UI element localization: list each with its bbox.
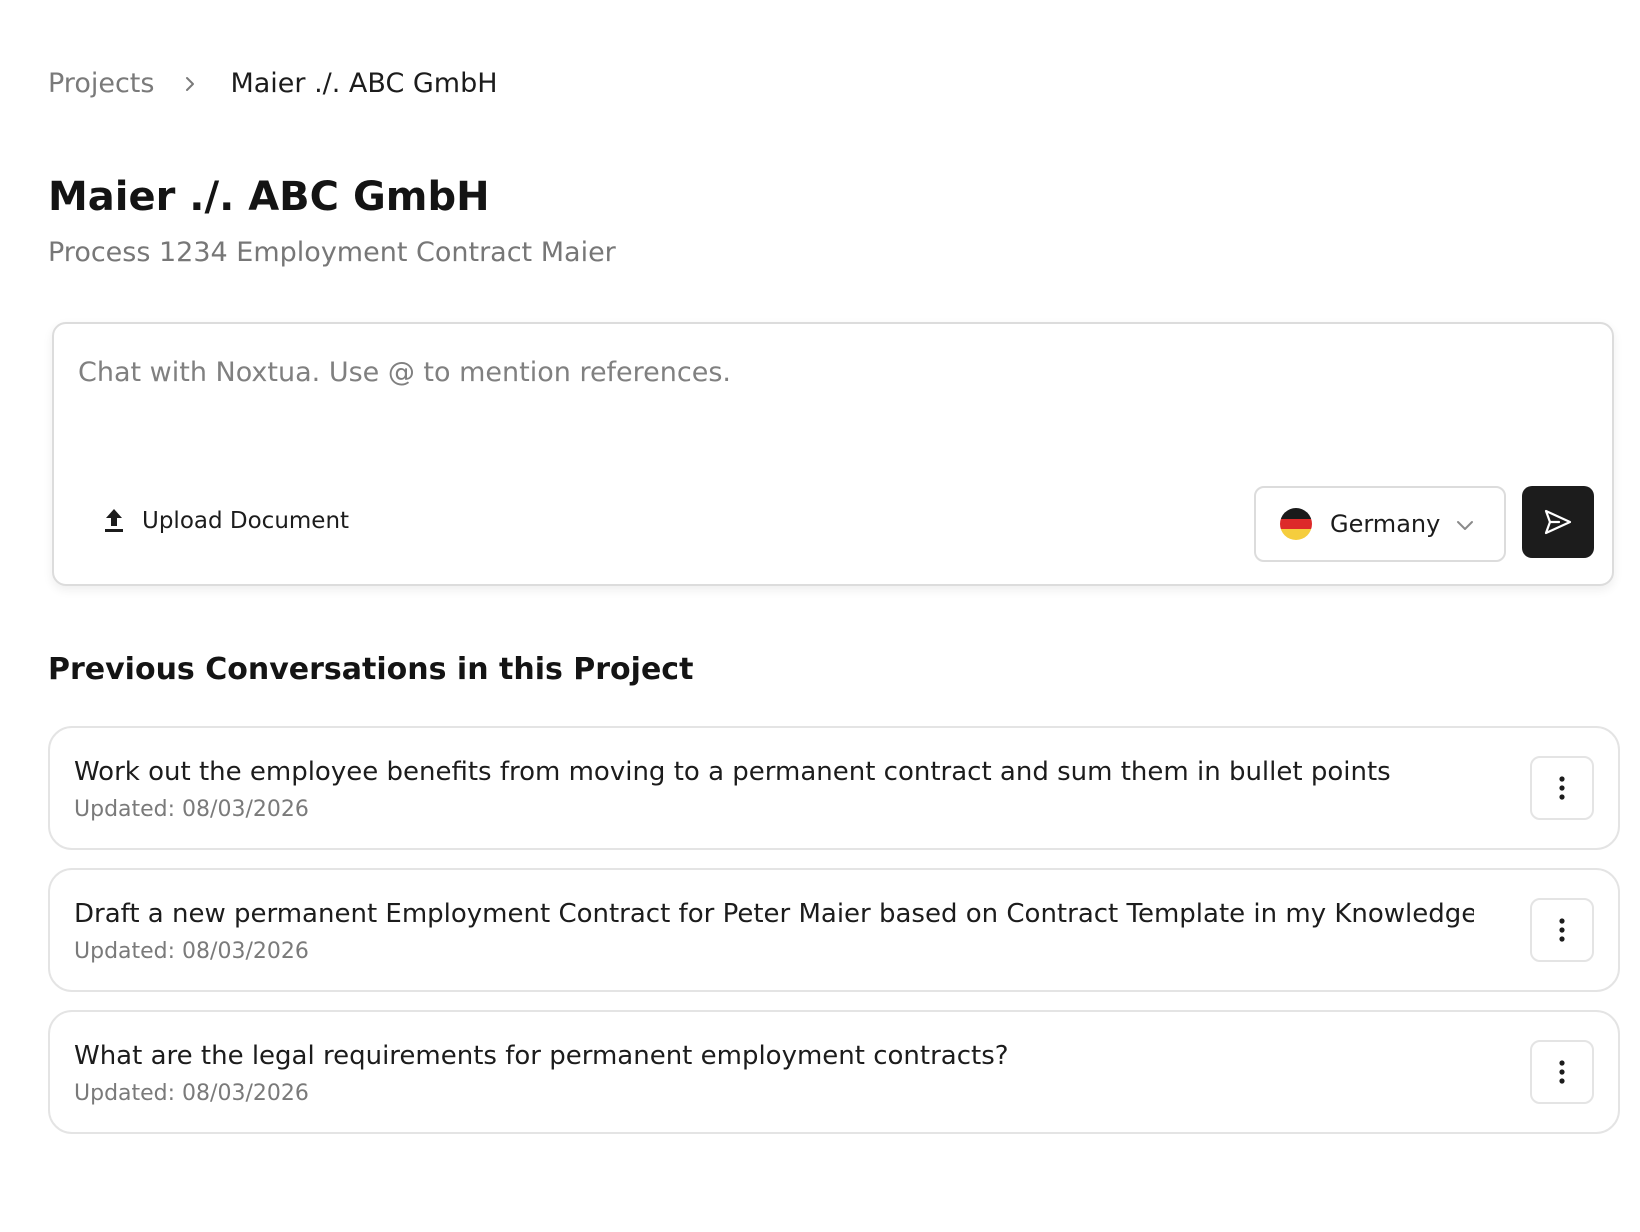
conversation-menu-button[interactable] xyxy=(1530,1040,1594,1104)
more-vertical-icon xyxy=(1558,917,1566,943)
breadcrumb: Projects Maier ./. ABC GmbH xyxy=(48,64,498,104)
page-title: Maier ./. ABC GmbH xyxy=(48,174,490,220)
conversation-updated: Updated: 08/03/2026 xyxy=(74,939,309,964)
page-subtitle: Process 1234 Employment Contract Maier xyxy=(48,237,616,268)
conversation-item[interactable]: What are the legal requirements for perm… xyxy=(48,1010,1620,1134)
chevron-down-icon xyxy=(1454,514,1476,536)
conversation-list: Work out the employee benefits from movi… xyxy=(48,726,1620,1152)
upload-document-button[interactable]: Upload Document xyxy=(102,500,349,542)
breadcrumb-projects-link[interactable]: Projects xyxy=(48,64,154,104)
more-vertical-icon xyxy=(1558,775,1566,801)
breadcrumb-current: Maier ./. ABC GmbH xyxy=(230,68,498,99)
chat-input[interactable] xyxy=(78,354,1578,434)
germany-flag-icon xyxy=(1280,508,1312,540)
upload-icon xyxy=(102,507,126,535)
send-icon xyxy=(1543,508,1573,536)
conversation-item[interactable]: Draft a new permanent Employment Contrac… xyxy=(48,868,1620,992)
conversation-title: What are the legal requirements for perm… xyxy=(74,1041,1009,1071)
conversation-menu-button[interactable] xyxy=(1530,756,1594,820)
conversation-title: Work out the employee benefits from movi… xyxy=(74,757,1391,787)
project-page: Projects Maier ./. ABC GmbH Maier ./. AB… xyxy=(0,0,1640,1232)
conversation-menu-button[interactable] xyxy=(1530,898,1594,962)
conversation-title: Draft a new permanent Employment Contrac… xyxy=(74,899,1474,929)
chevron-right-icon xyxy=(182,76,198,92)
country-select-value: Germany xyxy=(1330,510,1441,538)
send-button[interactable] xyxy=(1522,486,1594,558)
upload-document-label: Upload Document xyxy=(142,508,350,534)
conversation-updated: Updated: 08/03/2026 xyxy=(74,1081,309,1106)
conversation-updated: Updated: 08/03/2026 xyxy=(74,797,309,822)
conversations-heading: Previous Conversations in this Project xyxy=(48,652,694,687)
chat-composer: Upload Document Germany xyxy=(52,322,1614,586)
country-select[interactable]: Germany xyxy=(1254,486,1506,562)
more-vertical-icon xyxy=(1558,1059,1566,1085)
conversation-item[interactable]: Work out the employee benefits from movi… xyxy=(48,726,1620,850)
